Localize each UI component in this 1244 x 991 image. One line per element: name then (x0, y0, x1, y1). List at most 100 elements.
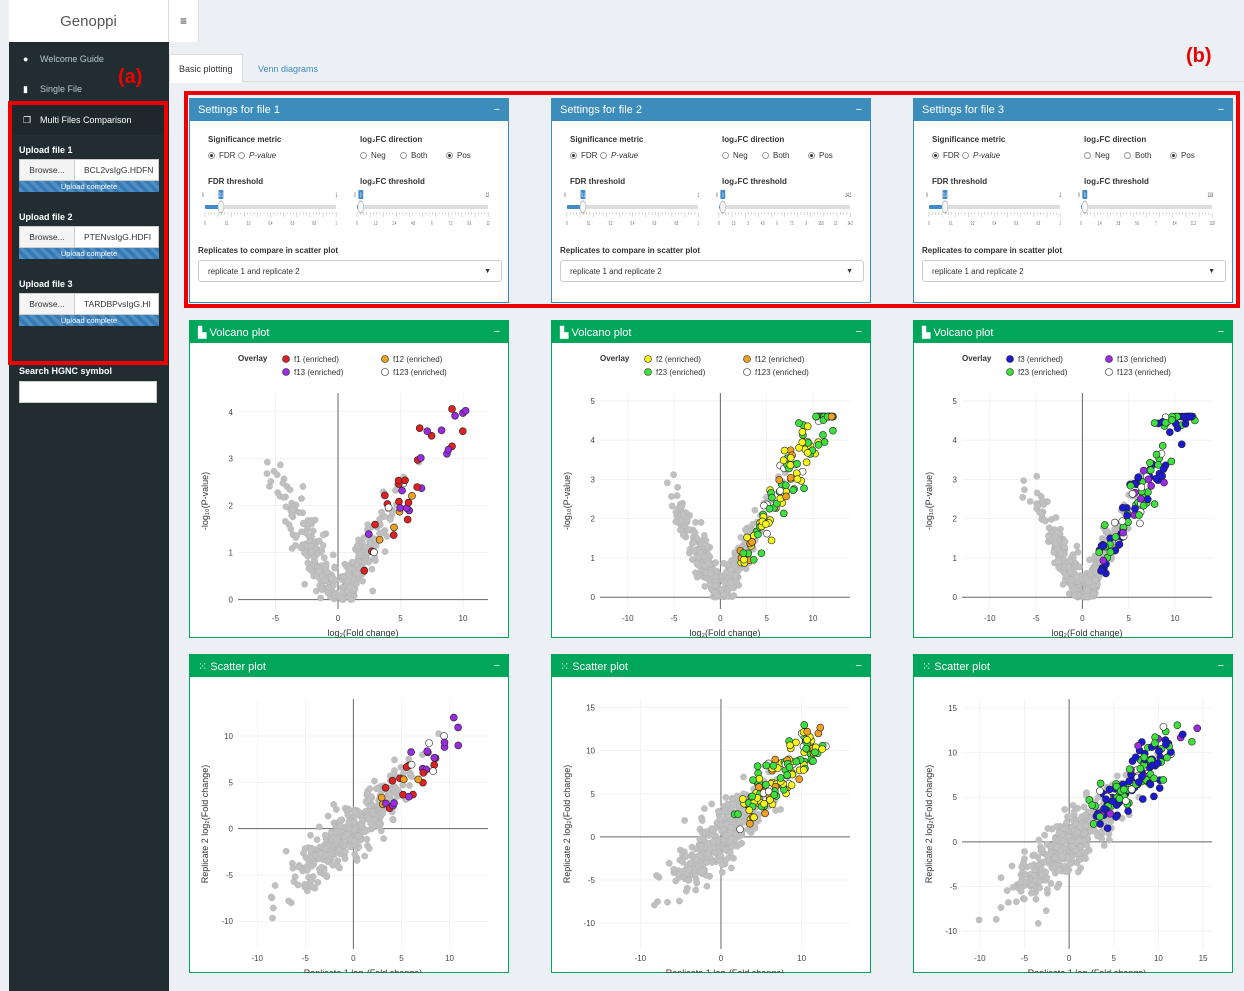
fdr-threshold-slider[interactable]: 0 0.1 1 0 0.1 0.2 0.4 0.6 0.8 1 (564, 187, 704, 227)
data-point (369, 587, 377, 595)
radio-button[interactable] (238, 152, 245, 159)
radio-button[interactable] (762, 152, 769, 159)
log2fc-threshold-slider[interactable]: 0 0 14.2 0 1.5 3 4.5 6 7.5 9 10.5 12 14.2 (716, 187, 856, 227)
data-point-f1 (360, 566, 369, 575)
fc-slider-handle[interactable] (357, 200, 364, 214)
data-point-f3 (1177, 440, 1186, 449)
sidebar-item-single-file[interactable]: ▮ Single File (9, 74, 169, 104)
data-point (375, 785, 382, 793)
data-point (664, 898, 671, 906)
search-label: Search HGNC symbol (19, 366, 113, 376)
log2fc-direction-label: log₂FC direction (360, 135, 423, 144)
radio-button[interactable] (360, 152, 367, 159)
browse-button[interactable]: Browse... (20, 160, 75, 180)
fc-slider-min-label: 0 (354, 192, 356, 198)
y-tick-label: 0 (953, 593, 958, 602)
data-point-f2 (761, 520, 770, 528)
radio-both[interactable]: Both (400, 151, 427, 160)
data-point (263, 470, 271, 477)
radio-button[interactable] (208, 152, 215, 159)
data-point (728, 584, 736, 592)
fc-slider-handle[interactable] (719, 200, 726, 214)
volcano-title-text: Volcano plot (571, 326, 632, 339)
tab-venn-diagrams[interactable]: Venn diagrams (249, 54, 327, 83)
fdr-slider-handle[interactable] (579, 200, 587, 214)
replicate-select[interactable]: replicate 1 and replicate 2 ▼ (922, 260, 1226, 282)
settings-body: Significance metric log₂FC direction FDR P-… (914, 121, 1232, 303)
radio-pvalue[interactable]: P-value (600, 151, 638, 160)
log2fc-direction-label: log₂FC direction (1084, 135, 1147, 144)
radio-button[interactable] (932, 152, 939, 159)
collapse-icon[interactable]: − (494, 104, 500, 116)
fdr-slider-handle[interactable] (217, 200, 225, 214)
collapse-icon[interactable]: − (1218, 326, 1224, 338)
hamburger-icon[interactable]: ≡ (169, 0, 199, 42)
radio-button[interactable] (400, 152, 407, 159)
radio-neg[interactable]: Neg (722, 151, 748, 160)
radio-neg[interactable]: Neg (360, 151, 386, 160)
scatter-title-text: Scatter plot (210, 660, 266, 673)
radio-pos[interactable]: Pos (1170, 151, 1195, 160)
collapse-icon[interactable]: − (856, 326, 862, 338)
browse-button[interactable]: Browse... (20, 227, 75, 247)
chart-area-icon: ▙ (922, 326, 934, 339)
data-point (301, 580, 309, 588)
data-point-f23 (776, 774, 785, 782)
radio-button[interactable] (722, 152, 729, 159)
fdr-threshold-slider[interactable]: 0 0.1 1 0 0.1 0.2 0.4 0.6 0.8 1 (202, 187, 342, 227)
radio-neg[interactable]: Neg (1084, 151, 1110, 160)
collapse-icon[interactable]: − (1218, 660, 1224, 672)
legend-label: f23 (enriched) (656, 368, 706, 377)
radio-pvalue[interactable]: P-value (962, 151, 1000, 160)
collapse-icon[interactable]: − (1218, 104, 1224, 116)
radio-button[interactable] (570, 152, 577, 159)
data-point (697, 852, 704, 859)
upload-file-2-input[interactable]: Browse... PTENvsIgG.HDFI (19, 226, 159, 248)
search-input[interactable] (19, 381, 157, 403)
radio-button[interactable] (1170, 152, 1177, 159)
radio-fdr[interactable]: FDR (208, 151, 235, 160)
fdr-slider-handle[interactable] (941, 200, 949, 214)
radio-pvalue[interactable]: P-value (238, 151, 276, 160)
data-point-f1 (394, 476, 403, 485)
data-point-f2 (818, 745, 826, 753)
browse-button[interactable]: Browse... (20, 294, 75, 314)
radio-fdr[interactable]: FDR (932, 151, 959, 160)
data-point (267, 893, 275, 901)
fdr-threshold-slider[interactable]: 0 0.1 1 0 0.1 0.2 0.4 0.6 0.8 1 (926, 187, 1066, 227)
log2fc-threshold-slider[interactable]: 0 0 13.8 0 1.4 2.8 5.6 7 8.4 11.2 13.8 (1078, 187, 1218, 227)
collapse-icon[interactable]: − (856, 104, 862, 116)
radio-fdr[interactable]: FDR (570, 151, 597, 160)
collapse-icon[interactable]: − (494, 326, 500, 338)
radio-button[interactable] (1084, 152, 1091, 159)
radio-both[interactable]: Both (1124, 151, 1151, 160)
sidebar-item-welcome-guide[interactable]: ● Welcome Guide (9, 44, 169, 74)
radio-pos[interactable]: Pos (446, 151, 471, 160)
radio-button[interactable] (1124, 152, 1131, 159)
replicate-select[interactable]: replicate 1 and replicate 2 ▼ (198, 260, 502, 282)
radio-button[interactable] (446, 152, 453, 159)
data-point (305, 532, 313, 540)
upload-file-1-input[interactable]: Browse... BCL2vsIgG.HDFN (19, 159, 159, 181)
data-point (299, 483, 307, 490)
collapse-icon[interactable]: − (494, 660, 500, 672)
radio-both[interactable]: Both (762, 151, 789, 160)
radio-button[interactable] (600, 152, 607, 159)
fc-slider-handle[interactable] (1081, 200, 1088, 214)
sidebar-item-multi-files[interactable]: ❐ Multi Files Comparison (9, 105, 169, 135)
replicate-select[interactable]: replicate 1 and replicate 2 ▼ (560, 260, 864, 282)
radio-button[interactable] (808, 152, 815, 159)
data-point-f3 (1096, 820, 1104, 828)
dropdown-caret-icon: ▼ (1208, 267, 1215, 275)
collapse-icon[interactable]: − (856, 660, 862, 672)
radio-pos[interactable]: Pos (808, 151, 833, 160)
fdr-slider-tick: 0 (928, 220, 930, 226)
data-point-f1 (395, 497, 403, 506)
data-point-f123 (429, 767, 437, 775)
upload-file-3-input[interactable]: Browse... TARDBPvsIgG.HI (19, 293, 159, 315)
legend-label: f13 (enriched) (1117, 355, 1167, 364)
tab-basic-plotting[interactable]: Basic plotting (169, 54, 243, 83)
data-point (1040, 501, 1048, 508)
radio-button[interactable] (962, 152, 969, 159)
log2fc-threshold-slider[interactable]: 0 0 12 0 1.2 2.4 4.8 6 7.2 9.6 12 (354, 187, 494, 227)
